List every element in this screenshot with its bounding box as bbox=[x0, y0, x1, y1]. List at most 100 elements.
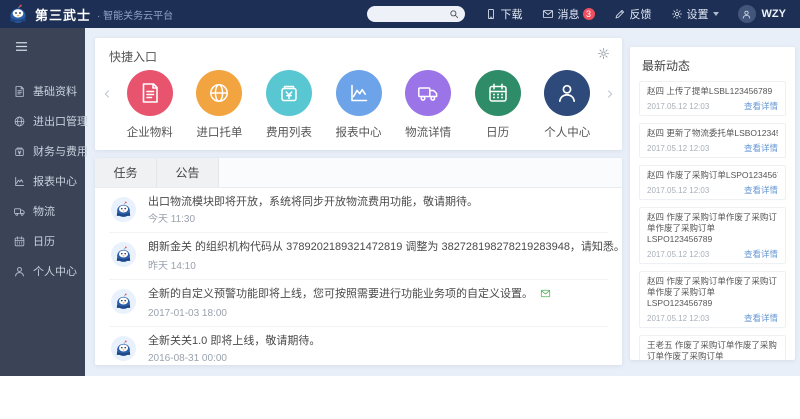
header-search[interactable] bbox=[367, 6, 465, 22]
app-window: 第三武士 · 智能关务云平台 下载 消息 3 反 bbox=[0, 0, 800, 376]
sidebar-item-label: 财务与费用 bbox=[33, 143, 88, 159]
mail-attachment-icon[interactable] bbox=[539, 290, 552, 302]
quick-entry-panel: 快捷入口 企业物料 bbox=[95, 38, 622, 150]
sidebar-item[interactable]: 物流 bbox=[0, 196, 85, 226]
sidebar-item-label: 日历 bbox=[33, 233, 55, 249]
activity-list-item[interactable]: 赵四 上传了提单LSBL123456789 2017.05.12 12:03 查… bbox=[639, 81, 786, 116]
view-details-link[interactable]: 查看详情 bbox=[744, 142, 778, 154]
carousel-prev-button[interactable] bbox=[99, 86, 115, 104]
mascot-avatar bbox=[111, 289, 136, 314]
view-details-link[interactable]: 查看详情 bbox=[744, 312, 778, 324]
calendar-icon bbox=[13, 235, 26, 248]
activity-text: 赵四 作废了采购订单作废了采购订单作废了采购订单LSPO123456789 bbox=[647, 276, 778, 309]
globe-icon bbox=[207, 81, 231, 105]
sidebar-item[interactable]: 财务与费用 bbox=[0, 136, 85, 166]
message-count-badge: 3 bbox=[583, 8, 595, 20]
quick-entry-label: 个人中心 bbox=[532, 124, 602, 140]
task-text: 全新关关1.0 即将上线，敬请期待。 bbox=[148, 334, 320, 349]
mascot-icon bbox=[115, 246, 132, 263]
activity-list-item[interactable]: 赵四 更新了物流委托单LSBO123456789 2017.05.12 12:0… bbox=[639, 123, 786, 158]
sidebar-item[interactable]: 进出口管理 bbox=[0, 106, 85, 136]
nav-item-label: 反馈 bbox=[630, 6, 652, 22]
activity-text: 王老五 作废了采购订单作废了采购订单作废了采购订单LSPO123456789 bbox=[647, 340, 778, 360]
search-input[interactable] bbox=[376, 9, 449, 20]
menu-icon bbox=[14, 39, 29, 54]
tab[interactable]: 任务 bbox=[95, 158, 157, 187]
activity-text: 赵四 更新了物流委托单LSBO123456789 bbox=[647, 128, 778, 139]
quick-entry-label: 报表中心 bbox=[324, 124, 394, 140]
quick-entry-label: 物流详情 bbox=[393, 124, 463, 140]
chart-icon bbox=[13, 175, 26, 188]
sidebar-item[interactable]: 基础资料 bbox=[0, 76, 85, 106]
quick-entry-item[interactable]: 报表中心 bbox=[324, 70, 394, 140]
activity-time: 2017.05.12 12:03 bbox=[647, 144, 709, 153]
tasks-panel: 任务 公告 出口物流模块即将开放，系统将同步开放物流费用功能，敬请期待。 今天 … bbox=[95, 158, 622, 365]
activity-time: 2017.05.12 12:03 bbox=[647, 314, 709, 323]
task-list-item[interactable]: 出口物流模块即将开放，系统将同步开放物流费用功能，敬请期待。 今天 11:30 bbox=[109, 188, 608, 233]
sidebar-item[interactable]: 个人中心 bbox=[0, 256, 85, 286]
doc-icon bbox=[13, 85, 26, 98]
quick-entry-item[interactable]: 费用列表 bbox=[254, 70, 324, 140]
activity-time: 2017.05.12 12:03 bbox=[647, 186, 709, 195]
view-details-link[interactable]: 查看详情 bbox=[744, 100, 778, 112]
tab[interactable]: 公告 bbox=[157, 158, 219, 187]
mascot-icon bbox=[115, 340, 132, 357]
sidebar-item-label: 报表中心 bbox=[33, 173, 77, 189]
phone-icon bbox=[485, 8, 497, 20]
task-list: 出口物流模块即将开放，系统将同步开放物流费用功能，敬请期待。 今天 11:30 … bbox=[95, 188, 622, 365]
person-icon bbox=[13, 265, 26, 278]
chevron-left-icon bbox=[102, 89, 112, 99]
header-nav: 下载 消息 3 反馈 设置 bbox=[485, 6, 738, 22]
activity-text: 赵四 作废了采购订单作废了采购订单作废了采购订单LSPO123456789 bbox=[647, 212, 778, 245]
carousel-next-button[interactable] bbox=[602, 86, 618, 104]
task-text: 全新的自定义预警功能即将上线，您可按照需要进行功能业务项的自定义设置。 bbox=[148, 287, 552, 304]
activity-text: 赵四 上传了提单LSBL123456789 bbox=[647, 86, 778, 97]
quick-entry-item[interactable]: 日历 bbox=[463, 70, 533, 140]
header-nav-item[interactable]: 设置 bbox=[671, 6, 719, 22]
header-nav-item[interactable]: 下载 bbox=[485, 6, 523, 22]
sidebar-item[interactable]: 日历 bbox=[0, 226, 85, 256]
sidebar-item-label: 物流 bbox=[33, 203, 55, 219]
doc-icon bbox=[138, 81, 162, 105]
gear-icon bbox=[671, 8, 683, 20]
activity-list-item[interactable]: 赵四 作废了采购订单作废了采购订单作废了采购订单LSPO123456789 20… bbox=[639, 271, 786, 328]
search-icon[interactable] bbox=[449, 9, 459, 19]
task-time: 今天 11:30 bbox=[148, 214, 478, 226]
globe-icon bbox=[13, 115, 26, 128]
pen-icon bbox=[614, 8, 626, 20]
person-icon bbox=[555, 81, 579, 105]
brand-logo[interactable]: 第三武士 · 智能关务云平台 bbox=[8, 4, 173, 24]
header-nav-item[interactable]: 消息 3 bbox=[542, 6, 595, 22]
activity-list-item[interactable]: 赵四 作废了采购订单LSPO123456789 2017.05.12 12:03… bbox=[639, 165, 786, 200]
quick-entry-carousel: 企业物料 进口托单 费用列表 bbox=[95, 65, 622, 140]
activity-time: 2017.05.12 12:03 bbox=[647, 250, 709, 259]
task-list-item[interactable]: 全新的自定义预警功能即将上线，您可按照需要进行功能业务项的自定义设置。 2017… bbox=[109, 280, 608, 327]
nav-item-label: 设置 bbox=[687, 6, 709, 22]
task-text: 出口物流模块即将开放，系统将同步开放物流费用功能，敬请期待。 bbox=[148, 195, 478, 210]
activity-list-item[interactable]: 赵四 作废了采购订单作废了采购订单作废了采购订单LSPO123456789 20… bbox=[639, 207, 786, 264]
sidebar-collapse-button[interactable] bbox=[0, 28, 85, 59]
quick-entry-item[interactable]: 物流详情 bbox=[393, 70, 463, 140]
quick-entry-item[interactable]: 进口托单 bbox=[185, 70, 255, 140]
quick-entry-item[interactable]: 个人中心 bbox=[532, 70, 602, 140]
tab-label: 任务 bbox=[113, 166, 137, 180]
chart-icon bbox=[347, 81, 371, 105]
top-header: 第三武士 · 智能关务云平台 下载 消息 3 反 bbox=[0, 0, 800, 28]
activity-list-item[interactable]: 王老五 作废了采购订单作废了采购订单作废了采购订单LSPO123456789 2… bbox=[639, 335, 786, 360]
task-list-item[interactable]: 朗新金关 的组织机构代码从 3789202189321472819 调整为 38… bbox=[109, 233, 608, 280]
mascot-icon bbox=[8, 4, 28, 24]
quick-entry-item[interactable]: 企业物料 bbox=[115, 70, 185, 140]
quick-entry-settings-button[interactable] bbox=[597, 47, 610, 65]
sidebar-item-label: 基础资料 bbox=[33, 83, 77, 99]
view-details-link[interactable]: 查看详情 bbox=[744, 248, 778, 260]
user-menu[interactable]: WZY bbox=[738, 5, 786, 23]
mascot-avatar bbox=[111, 336, 136, 361]
task-list-item[interactable]: 全新关关1.0 即将上线，敬请期待。 2016-08-31 00:00 bbox=[109, 327, 608, 365]
latest-activity-panel: 最新动态 赵四 上传了提单LSBL123456789 2017.05.12 12… bbox=[630, 47, 795, 360]
avatar[interactable] bbox=[738, 5, 756, 23]
sidebar-item[interactable]: 报表中心 bbox=[0, 166, 85, 196]
task-time: 2017-01-03 18:00 bbox=[148, 308, 552, 320]
header-nav-item[interactable]: 反馈 bbox=[614, 6, 652, 22]
view-details-link[interactable]: 查看详情 bbox=[744, 184, 778, 196]
brand-name: 第三武士 bbox=[35, 5, 91, 24]
